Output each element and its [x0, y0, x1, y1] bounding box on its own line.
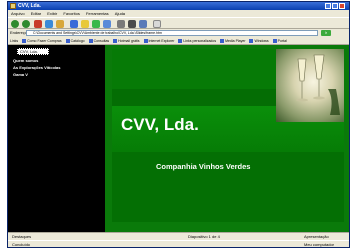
ie-icon	[10, 3, 16, 9]
page-content: CVV, Lda. Quem somos As Explorações Vití…	[8, 45, 349, 232]
menu-edit[interactable]: Editar	[31, 11, 41, 16]
outline-item[interactable]: As Explorações Vitícolas	[13, 65, 61, 70]
minimize-button[interactable]	[325, 3, 331, 9]
standard-toolbar	[8, 17, 349, 29]
status-text: Concluído	[12, 242, 31, 247]
browser-window: CVV, Lda. Arquivo Editar Exibir Favorito…	[7, 1, 350, 248]
discuss-icon[interactable]	[153, 20, 161, 28]
home-icon[interactable]	[56, 20, 64, 28]
menu-favorites[interactable]: Favoritos	[63, 11, 79, 16]
menu-tools[interactable]: Ferramentas	[86, 11, 109, 16]
outline-pane: CVV, Lda. Quem somos As Explorações Vití…	[8, 45, 105, 232]
title-bar: CVV, Lda.	[8, 2, 349, 10]
slide: CVV, Lda. Companhia Vinhos Verdes	[112, 49, 344, 222]
mail-icon[interactable]	[117, 20, 125, 28]
back-icon[interactable]	[11, 20, 19, 28]
link-item[interactable]: Consultas	[88, 39, 109, 43]
history-icon[interactable]	[103, 20, 111, 28]
link-item[interactable]: Hotmail grátis	[113, 39, 140, 43]
address-bar: Endereço C:\Documents and Settings\CVV\A…	[8, 29, 349, 37]
link-item[interactable]: Internet Explorer	[143, 39, 174, 43]
links-label: Links	[10, 39, 19, 43]
outline-item[interactable]: Quem somos	[13, 58, 38, 63]
close-button[interactable]	[339, 3, 345, 9]
slide-header-band	[112, 49, 276, 89]
stop-icon[interactable]	[34, 20, 42, 28]
favorites-icon[interactable]	[81, 20, 89, 28]
print-icon[interactable]	[128, 20, 136, 28]
outline-item[interactable]: Gama V	[13, 72, 28, 77]
slideshow-button[interactable]: Apresentação	[304, 233, 329, 240]
link-item[interactable]: Media Player	[220, 39, 246, 43]
presentation-status-bar: Destaques Diapositivo 1 de 4 Apresentaçã…	[8, 232, 349, 240]
address-input[interactable]: C:\Documents and Settings\CVV\Ambiente d…	[26, 30, 318, 36]
link-item[interactable]: Links personalizados	[178, 39, 216, 43]
menu-view[interactable]: Exibir	[47, 11, 57, 16]
outline-item-title[interactable]: CVV, Lda.	[17, 48, 49, 55]
link-item[interactable]: Windows	[249, 39, 269, 43]
link-item[interactable]: Portal	[272, 39, 287, 43]
window-title: CVV, Lda.	[18, 3, 41, 9]
wine-glasses-image	[276, 49, 344, 122]
link-item[interactable]: Como Fazer Compras	[22, 39, 62, 43]
maximize-button[interactable]	[332, 3, 338, 9]
slide-pane: CVV, Lda. Companhia Vinhos Verdes	[105, 45, 349, 232]
links-bar: Links Como Fazer Compras Catálogo Consul…	[8, 37, 349, 45]
media-icon[interactable]	[92, 20, 100, 28]
address-label: Endereço	[10, 30, 28, 35]
forward-icon[interactable]	[22, 20, 30, 28]
slide-subtitle: Companhia Vinhos Verdes	[156, 162, 251, 171]
menu-help[interactable]: Ajuda	[115, 11, 125, 16]
refresh-icon[interactable]	[45, 20, 53, 28]
slide-counter: Diapositivo 1 de 4	[188, 234, 220, 239]
browser-status-bar: Concluído Meu computador	[8, 240, 349, 247]
go-button[interactable]: Ir	[321, 30, 331, 36]
link-item[interactable]: Catálogo	[65, 39, 85, 43]
edit-icon[interactable]	[139, 20, 147, 28]
zone-text: Meu computador	[304, 242, 335, 247]
search-icon[interactable]	[70, 20, 78, 28]
menu-file[interactable]: Arquivo	[11, 11, 25, 16]
slide-title: CVV, Lda.	[121, 115, 199, 134]
outline-toggle-button[interactable]: Destaques	[12, 233, 31, 240]
